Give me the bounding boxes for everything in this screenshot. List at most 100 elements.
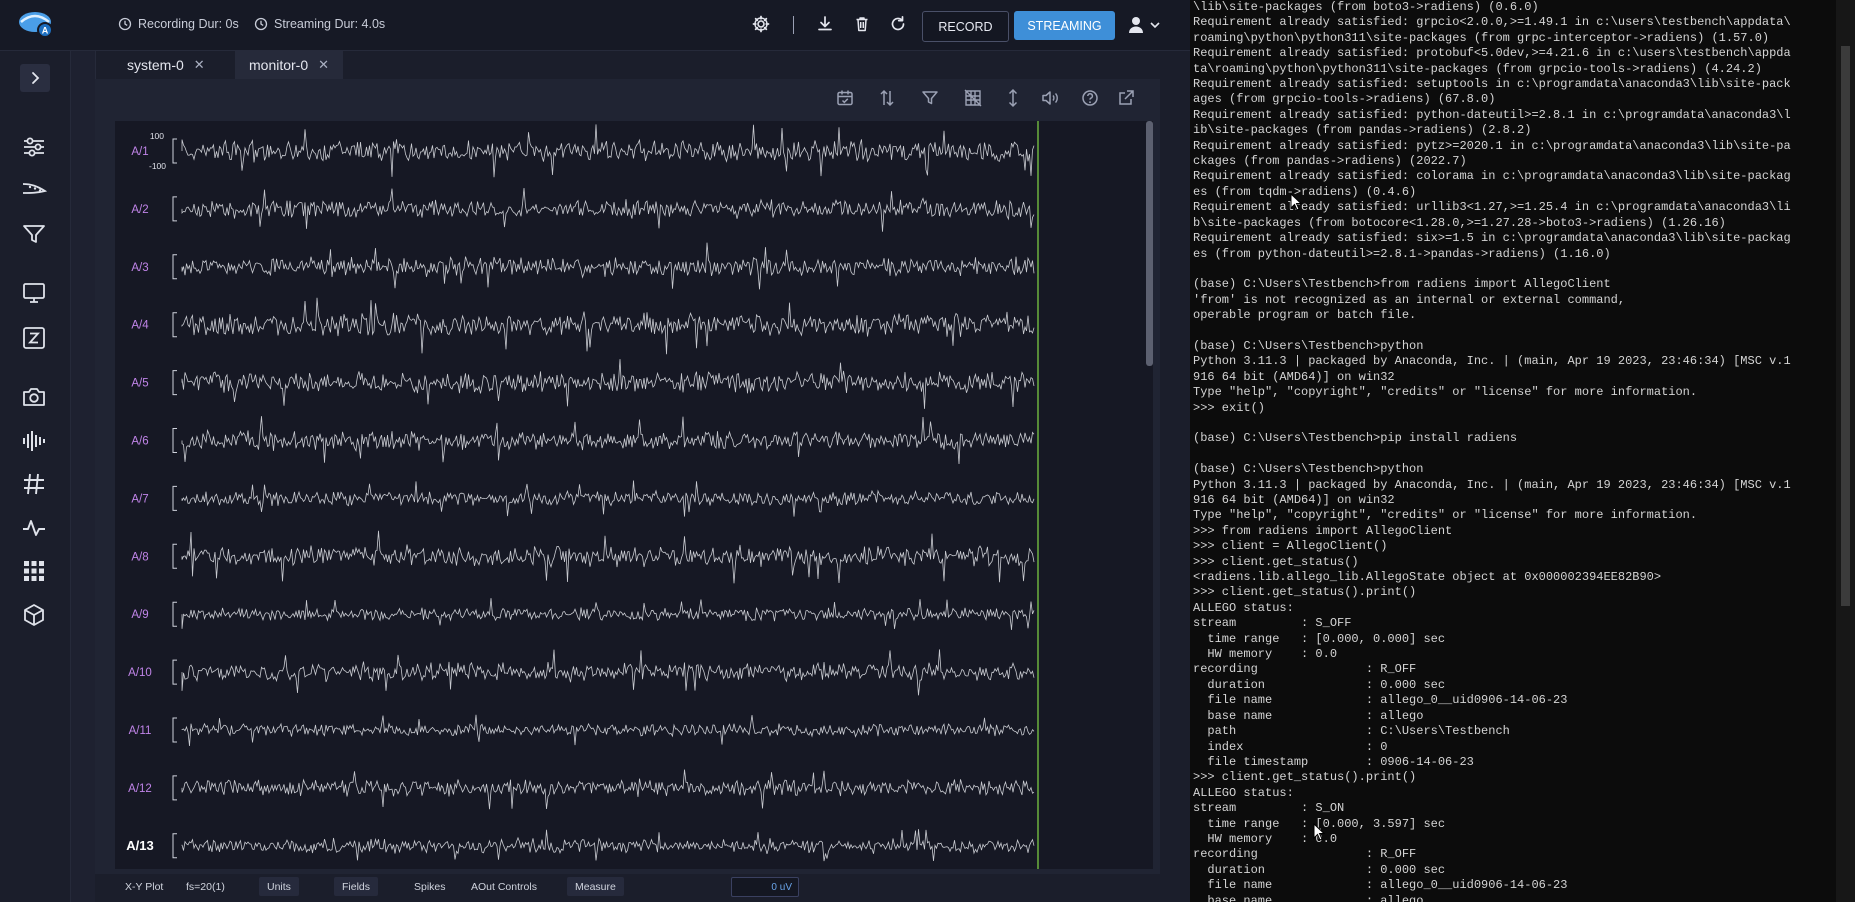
terminal-line: >>> client.get_status().print() xyxy=(1193,770,1417,785)
terminal-line: time range : [0.000, 0.000] sec xyxy=(1193,631,1446,646)
user-menu[interactable] xyxy=(1126,14,1162,36)
trace-plot[interactable]: 100 -100 A/1 A/2 A/3 A/4 A/5 A/6 A/7 A/8 A/9 A/10 A/… xyxy=(115,121,1153,869)
channel-label[interactable]: A/6 xyxy=(131,436,148,448)
camera-icon[interactable] xyxy=(21,384,47,410)
channel-scale-bracket xyxy=(172,601,177,627)
refresh-icon[interactable] xyxy=(888,14,908,34)
terminal-line: 'from' is not recognized as an internal … xyxy=(1193,292,1626,307)
channel-label[interactable]: A/9 xyxy=(131,609,148,621)
sliders-icon[interactable] xyxy=(21,134,47,160)
z-box-icon[interactable] xyxy=(21,325,47,351)
terminal-line: (base) C:\Users\Testbench>python xyxy=(1193,338,1424,353)
channel-trace xyxy=(181,359,1035,409)
sidebar-expand-button[interactable] xyxy=(20,64,50,92)
tab-monitor-0[interactable]: monitor-0 ✕ xyxy=(235,51,344,79)
channel-label[interactable]: A/10 xyxy=(128,667,152,679)
terminal-line: stream : S_OFF xyxy=(1193,616,1352,631)
user-icon xyxy=(1129,17,1143,33)
pulse-icon[interactable] xyxy=(21,515,47,541)
speaker-icon[interactable] xyxy=(1040,88,1060,108)
sort-icon[interactable] xyxy=(877,88,897,108)
channel-scale-bracket xyxy=(172,196,177,222)
monitor-icon[interactable] xyxy=(21,280,47,306)
settings-icon[interactable] xyxy=(751,14,771,34)
channel-trace xyxy=(181,769,1035,810)
grid-icon[interactable] xyxy=(21,558,47,584)
xy-plot-button[interactable]: X-Y Plot xyxy=(125,881,163,893)
clock-icon xyxy=(118,17,132,31)
channel-label[interactable]: A/7 xyxy=(131,493,148,505)
calendar-icon[interactable] xyxy=(835,88,855,108)
channel-label[interactable]: A/13 xyxy=(126,838,153,853)
units-button[interactable]: Units xyxy=(259,877,299,896)
terminal-line: base name : allego xyxy=(1193,893,1424,902)
chevron-down-icon xyxy=(1150,22,1160,29)
channel-trace xyxy=(181,124,1035,178)
channel-label[interactable]: A/12 xyxy=(128,783,152,795)
channel-scale-bracket xyxy=(172,370,177,396)
tab-system-0[interactable]: system-0 ✕ xyxy=(113,51,219,79)
probe-icon[interactable] xyxy=(21,176,47,202)
channel-scale-bracket xyxy=(172,138,177,164)
channel-label[interactable]: A/2 xyxy=(131,204,148,216)
channel-label[interactable]: A/8 xyxy=(131,551,148,563)
close-icon[interactable]: ✕ xyxy=(194,57,205,73)
channel-label[interactable]: A/5 xyxy=(131,378,148,390)
channel-label[interactable]: A/3 xyxy=(131,262,148,274)
plot-scrollbar[interactable] xyxy=(1146,121,1153,366)
channel-scale-bracket xyxy=(172,312,177,338)
filter-icon[interactable] xyxy=(920,88,940,108)
channel-trace xyxy=(181,649,1035,696)
terminal-line: duration : 0.000 sec xyxy=(1193,677,1446,692)
terminal-output[interactable]: \lib\site-packages (from boto3->radiens)… xyxy=(1190,0,1836,902)
vertical-expand-icon[interactable] xyxy=(1003,88,1023,108)
terminal-line: path : C:\Users\Testbench xyxy=(1193,724,1510,739)
app-logo-icon[interactable]: A xyxy=(18,8,54,40)
terminal-line: operable program or batch file. xyxy=(1193,308,1417,323)
channel-trace xyxy=(181,416,1035,465)
download-icon[interactable] xyxy=(815,14,835,34)
waveform-icon[interactable] xyxy=(21,428,47,454)
terminal-line: (base) C:\Users\Testbench>python xyxy=(1193,462,1424,477)
channel-scale-bracket xyxy=(172,485,177,511)
hash-icon[interactable] xyxy=(21,471,47,497)
streaming-duration-text: Streaming Dur: 4.0s xyxy=(274,17,386,31)
spikes-button[interactable]: Spikes xyxy=(414,881,446,893)
terminal-line: Requirement already satisfied: six>=1.5 … xyxy=(1193,231,1791,246)
fields-button[interactable]: Fields xyxy=(334,877,379,896)
record-button[interactable]: RECORD xyxy=(922,11,1009,42)
aout-controls-button[interactable]: AOut Controls xyxy=(471,881,537,893)
measure-value-field[interactable]: 0 uV xyxy=(731,877,799,897)
channel-label[interactable]: A/1 xyxy=(131,146,148,158)
cube-icon[interactable] xyxy=(21,602,47,628)
measure-button[interactable]: Measure xyxy=(567,877,624,896)
grid-off-icon[interactable] xyxy=(963,88,983,108)
terminal-line: stream : S_ON xyxy=(1193,801,1345,816)
terminal-line: b\site-packages (from botocore<1.28.0,>=… xyxy=(1193,215,1726,230)
external-link-icon[interactable] xyxy=(1116,88,1136,108)
channel-label[interactable]: A/11 xyxy=(129,725,152,737)
terminal-scrollbar-thumb[interactable] xyxy=(1841,46,1850,606)
terminal-line: Requirement already satisfied: grpcio<2.… xyxy=(1193,15,1791,30)
trash-icon[interactable] xyxy=(852,14,872,34)
terminal-line: es (from tqdm->radiens) (0.4.6) xyxy=(1193,184,1417,199)
terminal-line: >>> from radiens import AllegoClient xyxy=(1193,523,1453,538)
trace-canvas[interactable]: 100 -100A/1 A/2 A/3 A/4 A/5 A/6 A/7 A/8 A/9 A/10 A/… xyxy=(115,121,1153,869)
terminal-line: ckages (from pandas->radiens) (2022.7) xyxy=(1193,154,1467,169)
terminal-line: (base) C:\Users\Testbench>pip install ra… xyxy=(1193,431,1518,446)
channel-scale-bracket xyxy=(172,717,177,743)
channel-trace xyxy=(181,297,1035,355)
help-icon[interactable] xyxy=(1080,88,1100,108)
terminal-scrollbar[interactable] xyxy=(1836,0,1855,902)
streaming-button[interactable]: STREAMING xyxy=(1014,11,1115,40)
terminal-line: Requirement already satisfied: python-da… xyxy=(1193,107,1791,122)
tab-label: system-0 xyxy=(127,57,184,73)
channel-label[interactable]: A/4 xyxy=(131,320,149,332)
terminal-line: >>> exit() xyxy=(1193,400,1266,415)
recording-duration-text: Recording Dur: 0s xyxy=(138,17,239,31)
allego-app: A Recording Dur: 0s Streaming Dur: 4.0s … xyxy=(0,0,1228,902)
terminal-window[interactable]: \lib\site-packages (from boto3->radiens)… xyxy=(1190,0,1836,902)
close-icon[interactable]: ✕ xyxy=(318,57,329,73)
terminal-line: base name : allego xyxy=(1193,708,1424,723)
filter-icon[interactable] xyxy=(21,221,47,247)
